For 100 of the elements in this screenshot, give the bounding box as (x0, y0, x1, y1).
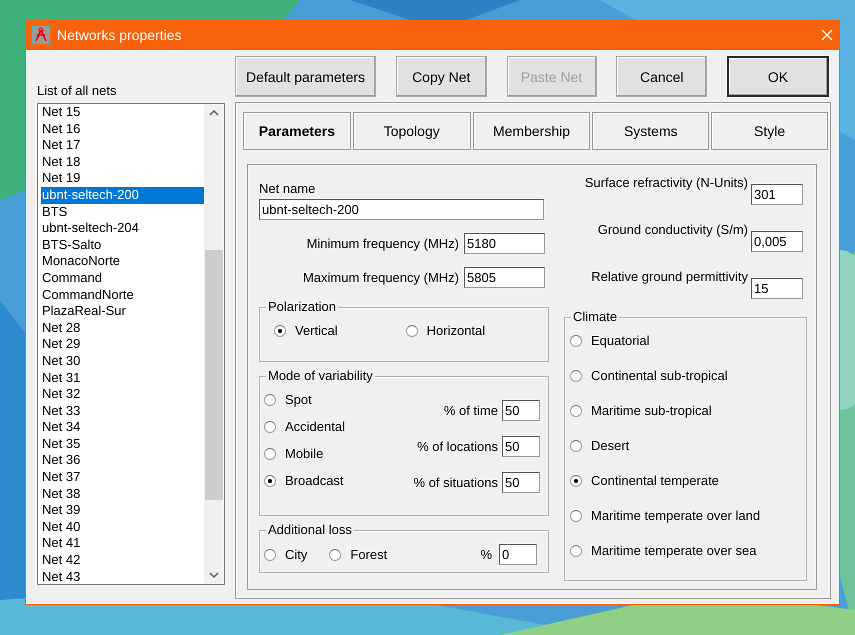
list-item[interactable]: Net 40 (41, 518, 204, 536)
input-field[interactable]: 0 (499, 544, 537, 565)
radio-button[interactable] (264, 420, 276, 432)
radio-button[interactable] (570, 370, 582, 382)
radio-label: Accidental (285, 419, 345, 434)
input-field[interactable]: 50 (502, 400, 540, 421)
radio-button[interactable] (264, 474, 276, 486)
radio-button[interactable] (570, 440, 582, 452)
list-item[interactable]: Net 33 (41, 402, 204, 420)
list-item[interactable]: Net 18 (41, 154, 204, 170)
group-title: Mode of variability (268, 368, 373, 383)
radio-label: Continental temperate (591, 473, 719, 488)
radio-button[interactable] (329, 548, 342, 560)
list-item[interactable]: Net 36 (41, 452, 204, 470)
radio-label: Vertical (295, 323, 338, 338)
input-field[interactable]: 50 (502, 472, 540, 493)
radio-button[interactable] (264, 448, 276, 460)
list-item[interactable]: BTS (41, 204, 204, 220)
field-label: % of locations (417, 439, 498, 454)
field-label: % of time (444, 403, 498, 418)
scroll-up-icon[interactable] (209, 110, 219, 116)
radio-button[interactable] (570, 404, 582, 416)
list-item[interactable]: Net 32 (41, 386, 204, 403)
dialog-button[interactable]: Copy Net (396, 56, 487, 97)
list-item[interactable]: Net 43 (41, 568, 204, 584)
group-title: Climate (573, 309, 618, 324)
field-label: Relative ground permittivity (591, 269, 748, 284)
radio-label: Forest (350, 547, 388, 562)
list-item[interactable]: Net 39 (41, 502, 204, 519)
field-label: Surface refractivity (N-Units) (584, 175, 748, 190)
close-icon[interactable] (821, 29, 833, 41)
input-field[interactable]: 0,005 (751, 231, 803, 252)
list-item[interactable]: Net 17 (41, 137, 204, 154)
radio-button[interactable] (570, 334, 582, 346)
radio-label: Desert (591, 438, 630, 453)
list-item[interactable]: PlazaReal-Sur (41, 303, 204, 320)
dialog-button[interactable]: OK (727, 56, 829, 97)
tab[interactable]: Style (711, 112, 828, 150)
radio-button[interactable] (570, 544, 582, 556)
list-item[interactable]: Net 30 (41, 352, 204, 370)
list-item[interactable]: MonacoNorte (41, 253, 204, 270)
radio-button[interactable] (264, 548, 276, 560)
input-field[interactable]: 5180 (464, 233, 545, 254)
list-item[interactable]: BTS-Salto (41, 236, 204, 254)
tab[interactable]: Membership (472, 112, 590, 150)
radio-label: City (285, 547, 308, 562)
list-item[interactable]: ubnt-seltech-204 (41, 220, 204, 237)
scroll-down-icon[interactable] (209, 572, 219, 578)
dialog-button[interactable]: Default parameters (235, 56, 376, 97)
tab[interactable]: Systems (592, 112, 710, 150)
radio-button[interactable] (570, 474, 582, 486)
group-title: Polarization (268, 299, 336, 314)
input-field[interactable]: 15 (751, 278, 803, 299)
radio-label: Horizontal (426, 323, 486, 338)
field-label: % of situations (413, 475, 498, 490)
input-field[interactable]: 301 (751, 184, 803, 205)
list-item[interactable]: Net 35 (41, 436, 204, 452)
input-field[interactable]: ubnt-seltech-200 (259, 199, 544, 220)
dialog-button[interactable]: Cancel (616, 56, 708, 97)
field-label: Maximum frequency (MHz) (302, 270, 459, 285)
radio-label: Mobile (285, 446, 324, 461)
list-item[interactable]: Net 41 (41, 535, 204, 552)
input-field[interactable]: 50 (502, 436, 540, 457)
radio-label: Equatorial (591, 333, 650, 348)
list-item[interactable]: Net 38 (41, 486, 204, 502)
list-item[interactable]: Net 37 (41, 469, 204, 486)
tab[interactable]: Parameters (243, 112, 351, 150)
radio-label: Spot (285, 392, 312, 407)
list-item[interactable]: ubnt-seltech-200 (41, 186, 204, 204)
field-label: Minimum frequency (MHz) (306, 236, 459, 251)
field-label: Net name (259, 181, 316, 196)
list-item[interactable]: Net 29 (41, 336, 204, 353)
list-label: List of all nets (37, 83, 118, 100)
list-item[interactable]: Net 15 (41, 104, 204, 121)
group-title: Additional loss (268, 522, 352, 537)
radio-button[interactable] (264, 394, 276, 406)
list-item[interactable]: Net 16 (41, 120, 204, 138)
list-item[interactable]: Net 31 (41, 370, 204, 386)
list-item[interactable]: Command (41, 270, 204, 287)
field-label: % (480, 547, 492, 562)
field-label: Ground conductivity (S/m) (598, 222, 748, 237)
radio-label: Maritime temperate over land (591, 508, 760, 523)
network-icon (31, 25, 51, 45)
radio-label: Maritime temperate over sea (591, 543, 756, 558)
radio-label: Maritime sub-tropical (591, 403, 712, 418)
radio-label: Broadcast (285, 473, 344, 488)
input-field[interactable]: 5805 (464, 267, 545, 288)
radio-button[interactable] (274, 324, 286, 336)
list-item[interactable]: Net 42 (41, 552, 204, 569)
radio-label: Continental sub-tropical (591, 368, 728, 383)
radio-button[interactable] (406, 324, 418, 336)
list-item[interactable]: Net 19 (41, 170, 204, 187)
list-item[interactable]: Net 34 (41, 419, 204, 436)
radio-button[interactable] (570, 510, 582, 522)
tab[interactable]: Topology (352, 112, 471, 150)
scrollbar[interactable] (204, 104, 224, 584)
list-item[interactable]: CommandNorte (41, 286, 204, 304)
list-item[interactable]: Net 28 (41, 320, 204, 336)
scroll-thumb[interactable] (205, 250, 223, 500)
window-title: Networks properties (57, 27, 182, 43)
